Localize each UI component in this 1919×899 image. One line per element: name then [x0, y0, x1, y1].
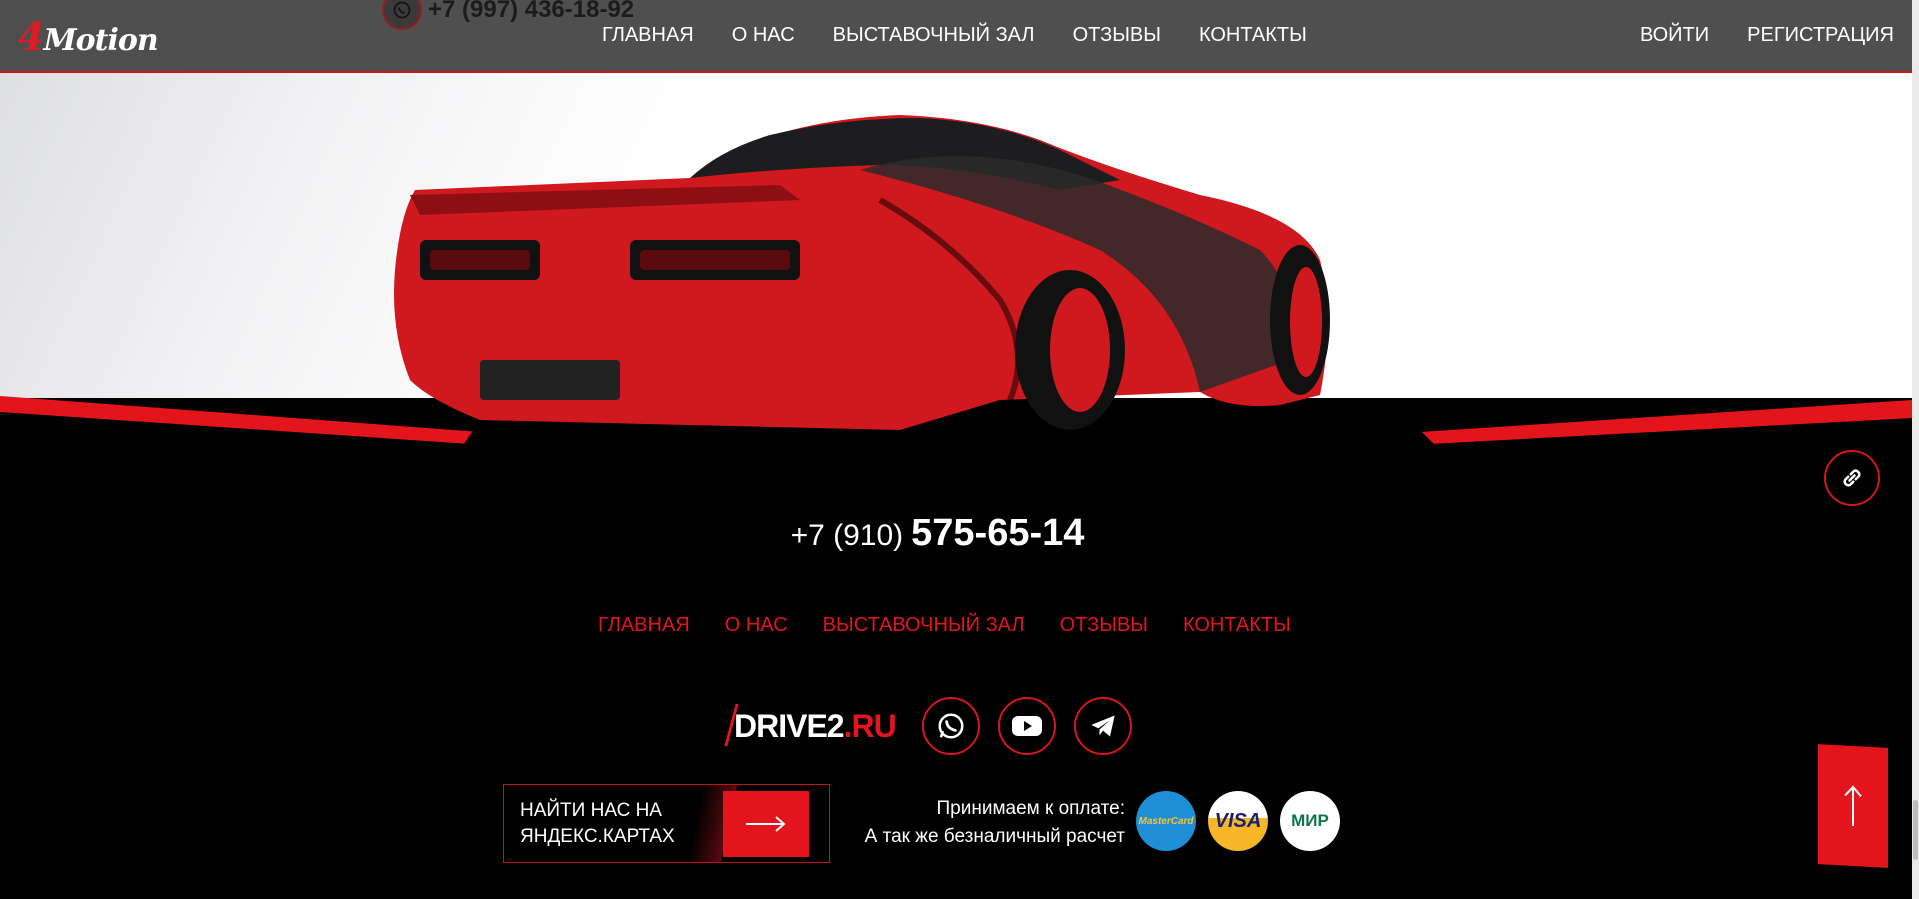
footer-nav-showroom[interactable]: ВЫСТАВОЧНЫЙ ЗАЛ	[823, 614, 1025, 637]
footer-nav: ГЛАВНАЯ О НАС ВЫСТАВОЧНЫЙ ЗАЛ ОТЗЫВЫ КОН…	[598, 614, 1291, 637]
nav-item-reviews[interactable]: ОТЗЫВЫ	[1073, 24, 1161, 47]
arrow-right-icon	[723, 791, 809, 857]
whatsapp-icon	[938, 713, 964, 739]
share-link-button[interactable]	[1824, 450, 1880, 506]
header-phone[interactable]: +7 (997) 436-18-92	[382, 0, 634, 30]
youtube-icon	[1011, 716, 1042, 736]
social-links: DRIVE2.RU	[734, 697, 1132, 755]
page: 4Motion +7 (997) 436-18-92 ГЛАВНАЯ О НАС…	[0, 0, 1912, 899]
login-link[interactable]: ВОЙТИ	[1640, 24, 1709, 47]
youtube-button[interactable]	[997, 697, 1056, 755]
telegram-icon	[1091, 715, 1115, 737]
whatsapp-button[interactable]	[921, 697, 980, 755]
footer-nav-home[interactable]: ГЛАВНАЯ	[598, 614, 690, 637]
register-link[interactable]: РЕГИСТРАЦИЯ	[1747, 24, 1894, 47]
yandex-maps-button[interactable]: НАЙТИ НАС НА ЯНДЕКС.КАРТАХ	[503, 784, 830, 863]
footer-phone[interactable]: +7 (910) 575-65-14	[0, 512, 1875, 555]
mastercard-logo: MasterCard	[1136, 791, 1196, 851]
nav-item-home[interactable]: ГЛАВНАЯ	[602, 24, 694, 47]
arrow-up-icon	[1844, 785, 1862, 827]
scroll-to-top-button[interactable]	[1818, 744, 1888, 868]
payment-cards: MasterCard VISA МИР	[1136, 791, 1340, 851]
auth-links: ВОЙТИ РЕГИСТРАЦИЯ	[1640, 24, 1894, 47]
nav-item-showroom[interactable]: ВЫСТАВОЧНЫЙ ЗАЛ	[833, 24, 1035, 47]
payment-line-2: А так же безналичный расчет	[864, 826, 1125, 847]
site-logo[interactable]: 4Motion	[18, 14, 159, 59]
visa-logo: VISA	[1208, 791, 1268, 851]
nav-item-about[interactable]: О НАС	[732, 24, 795, 47]
payment-line-1: Принимаем к оплате:	[936, 798, 1126, 819]
page-scrollbar[interactable]	[1912, 0, 1919, 899]
whatsapp-icon	[382, 0, 422, 30]
header-phone-number: +7 (997) 436-18-92	[428, 0, 635, 23]
payment-info: Принимаем к оплате: А так же безналичный…	[830, 795, 1125, 851]
footer-nav-reviews[interactable]: ОТЗЫВЫ	[1060, 614, 1148, 637]
top-header: 4Motion +7 (997) 436-18-92 ГЛАВНАЯ О НАС…	[0, 0, 1912, 73]
footer-phone-prefix: +7 (910)	[790, 519, 904, 552]
nav-item-contacts[interactable]: КОНТАКТЫ	[1199, 24, 1307, 47]
scrollbar-thumb[interactable]	[1913, 800, 1918, 860]
drive2-link[interactable]: DRIVE2.RU	[734, 708, 897, 745]
footer-nav-contacts[interactable]: КОНТАКТЫ	[1183, 614, 1291, 637]
mir-logo: МИР	[1280, 791, 1340, 851]
telegram-button[interactable]	[1073, 697, 1132, 755]
link-icon	[1843, 469, 1861, 487]
footer-nav-about[interactable]: О НАС	[725, 614, 788, 637]
yandex-maps-label-line1: НАЙТИ НАС НА	[520, 799, 662, 821]
main-nav: ГЛАВНАЯ О НАС ВЫСТАВОЧНЫЙ ЗАЛ ОТЗЫВЫ КОН…	[602, 24, 1307, 47]
footer-phone-number: 575-65-14	[911, 512, 1085, 554]
